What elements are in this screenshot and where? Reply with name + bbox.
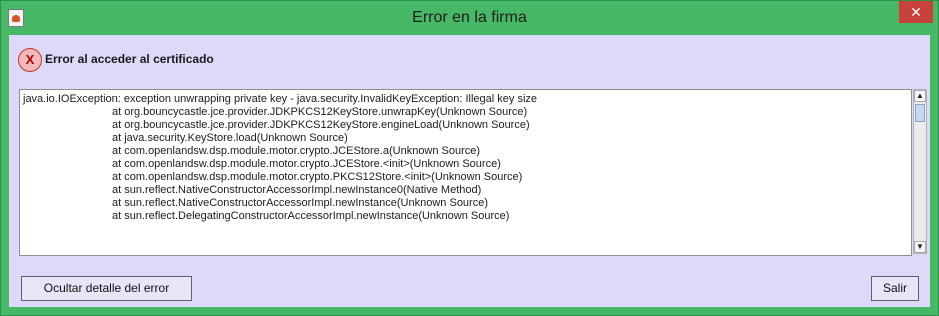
stack-trace-line: at sun.reflect.NativeConstructorAccessor… [112,184,482,196]
scroll-up-arrow-icon[interactable]: ▲ [914,90,926,102]
hide-error-details-button[interactable]: Ocultar detalle del error [21,276,192,301]
stack-trace-line: at org.bouncycastle.jce.provider.JDKPKCS… [112,119,530,131]
exit-button[interactable]: Salir [871,276,919,301]
scroll-thumb[interactable] [915,104,925,122]
title-bar[interactable]: Error en la firma ✕ [1,1,938,35]
stack-trace-line: at com.openlandsw.dsp.module.motor.crypt… [112,145,481,157]
stack-trace-line: at java.security.KeyStore.load(Unknown S… [112,132,348,144]
stack-trace-line: at sun.reflect.DelegatingConstructorAcce… [112,210,510,222]
details-scrollbar[interactable]: ▲ ▼ [913,89,927,254]
error-details-textarea[interactable]: java.io.IOException: exception unwrappin… [19,89,912,256]
error-dialog: Error en la firma ✕ X Error al acceder a… [0,0,939,316]
close-button[interactable]: ✕ [899,1,933,23]
error-x-icon: X [18,48,42,72]
stack-trace-line: at com.openlandsw.dsp.module.motor.crypt… [112,171,523,183]
stack-trace-line: at org.bouncycastle.jce.provider.JDKPKCS… [112,106,528,118]
stack-trace-line: java.io.IOException: exception unwrappin… [23,93,538,105]
stack-trace-line: at com.openlandsw.dsp.module.motor.crypt… [112,158,501,170]
stack-trace-line: at sun.reflect.NativeConstructorAccessor… [112,197,488,209]
scroll-down-arrow-icon[interactable]: ▼ [914,241,926,253]
window-title: Error en la firma [412,9,527,26]
dialog-content: X Error al acceder al certificado java.i… [9,35,930,307]
error-message: Error al acceder al certificado [45,52,214,66]
